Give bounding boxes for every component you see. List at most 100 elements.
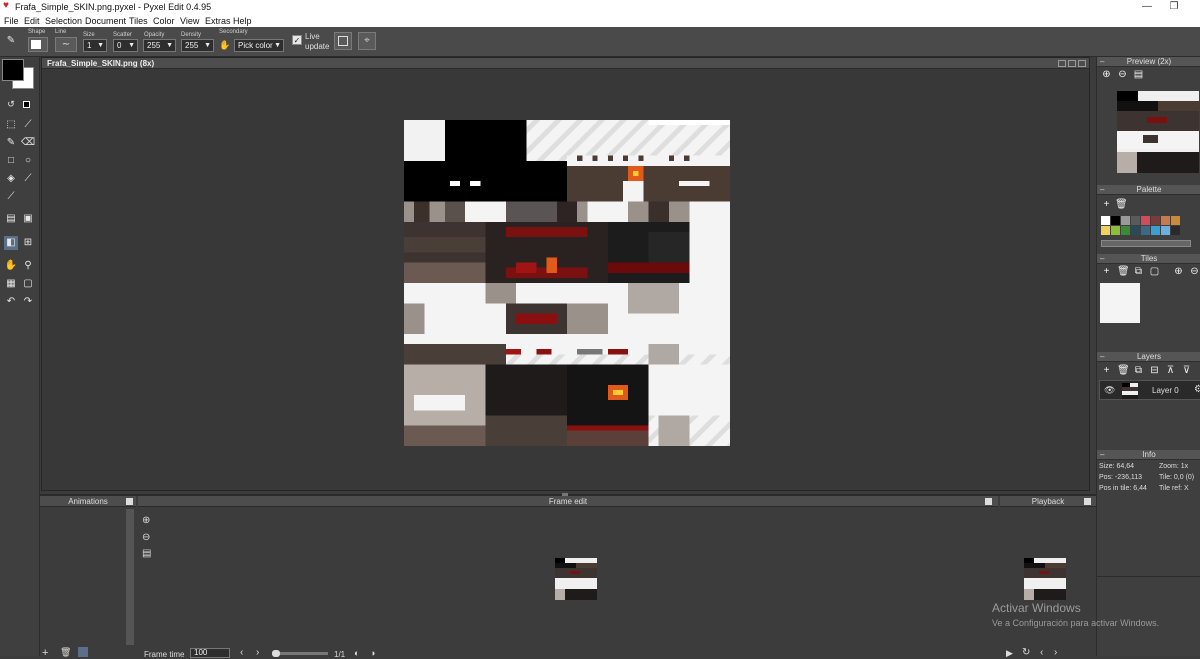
menu-extras[interactable]: Extras [205,16,231,26]
palette-swatch[interactable] [1101,216,1110,225]
tile-select-tool-icon[interactable]: ▤ [4,212,18,226]
tiles-zoom-in-icon[interactable]: ⊕ [1173,266,1184,277]
layer-settings-icon[interactable]: ⚙ [1194,384,1200,395]
delete-layer-icon[interactable]: 🗑 [1117,365,1130,376]
close-icon[interactable] [1078,60,1086,67]
loop-icon[interactable]: ↻ [1022,647,1030,658]
palette-swatch[interactable] [1151,216,1160,225]
zoom-out-icon[interactable]: ⊖ [1117,69,1128,80]
frame-edit-pin-icon[interactable] [985,498,992,505]
reset-colors-icon[interactable] [23,101,30,108]
delete-animation-icon[interactable]: 🗑 [60,647,71,658]
pixel-canvas[interactable] [404,120,730,446]
secondary-dropdown[interactable]: Pick color ▼ [234,39,284,52]
collapse-icon[interactable]: – [1100,185,1104,195]
minimize-icon[interactable] [1058,60,1066,67]
palette-swatch[interactable] [1161,216,1170,225]
menu-help[interactable]: Help [233,16,252,26]
menu-selection[interactable]: Selection [45,16,82,26]
merge-layer-icon[interactable]: ⊟ [1149,365,1160,376]
shape-dropdown[interactable] [28,37,48,52]
play-icon[interactable]: ▶ [1006,648,1013,659]
color-replace-tool-icon[interactable]: ⟋ [4,190,18,204]
frame-zoom-out-icon[interactable]: ⊖ [142,532,150,543]
tile-frame-icon[interactable]: ▢ [1149,266,1160,277]
opacity-dropdown[interactable]: 255 ▼ [143,39,176,52]
add-tile-icon[interactable]: + [1101,266,1112,277]
frame-time-input[interactable]: 100 [190,648,230,658]
frame-thumbnail[interactable] [555,558,597,600]
layer-row[interactable]: 👁 Layer 0 ⚙ [1099,380,1200,400]
palette-swatch[interactable] [1131,226,1140,235]
palette-swatch[interactable] [1111,226,1120,235]
scatter-dropdown[interactable]: 0 ▼ [113,39,138,52]
frame-toggle-icon[interactable]: ▢ [21,277,35,291]
redo-icon[interactable]: ↷ [21,295,35,309]
zoom-in-icon[interactable]: ⊕ [1101,69,1112,80]
delete-color-icon[interactable]: 🗑 [1115,199,1128,210]
fill-bucket-tool-icon[interactable]: ◈ [4,172,18,186]
palette-swatch[interactable] [1101,226,1110,235]
size-dropdown[interactable]: 1 ▼ [83,39,107,52]
ellipse-tool-icon[interactable]: ○ [21,154,35,168]
palette-swatch[interactable] [1171,216,1180,225]
rectangle-tool-icon[interactable]: □ [4,154,18,168]
add-layer-icon[interactable]: + [1101,365,1112,376]
line-curve-dropdown[interactable]: ∼ [55,37,77,52]
eye-icon[interactable]: 👁 [1104,385,1115,396]
swap-colors-icon[interactable]: ↺ [4,97,18,111]
collapse-icon[interactable]: – [1100,352,1104,362]
minimize-icon[interactable]: — [1140,1,1154,13]
playback-pin-icon[interactable] [1084,498,1091,505]
palette-swatch[interactable] [1171,226,1180,235]
tile-0-thumbnail[interactable] [1100,283,1140,323]
undo-icon[interactable]: ↶ [4,295,18,309]
palette-swatch[interactable] [1111,216,1120,225]
frame-view-icon[interactable]: ▤ [142,548,151,559]
animations-pin-icon[interactable] [126,498,133,505]
tiles-zoom-out-icon[interactable]: ⊖ [1189,266,1200,277]
eraser-tool-icon[interactable]: ⌫ [21,136,35,150]
menu-tiles[interactable]: Tiles [129,16,148,26]
onion-skin-icon[interactable]: ◐ [354,648,359,658]
pencil-icon[interactable]: ✎ [4,136,18,150]
mirror-button[interactable] [334,32,352,50]
menu-view[interactable]: View [180,16,199,26]
zoom-tool-icon[interactable]: ⚲ [21,259,35,273]
menu-file[interactable]: File [4,16,19,26]
playback-prev-icon[interactable]: ‹ [1040,647,1043,658]
duplicate-tile-icon[interactable]: ⧉ [1133,266,1144,277]
frame-slider-track[interactable] [272,650,328,657]
menu-color[interactable]: Color [153,16,175,26]
eyedropper-tool-icon[interactable]: ⟋ [21,172,35,186]
restore-icon[interactable] [1068,60,1076,67]
delete-tile-icon[interactable]: 🗑 [1117,266,1130,277]
tile-place-tool-icon[interactable]: ◧ [4,236,18,250]
palette-swatch[interactable] [1161,226,1170,235]
live-update-checkbox[interactable]: ✓ [292,35,302,45]
collapse-icon[interactable]: – [1100,254,1104,264]
tile-stamp-tool-icon[interactable]: ▣ [21,212,35,226]
palette-swatch[interactable] [1131,216,1140,225]
hand-tool-icon[interactable]: ✋ [4,259,18,273]
palette-scrollbar[interactable] [1101,240,1191,247]
palette-swatch[interactable] [1121,216,1130,225]
frame-zoom-in-icon[interactable]: ⊕ [142,515,150,526]
add-color-icon[interactable]: + [1101,199,1112,210]
palette-swatch[interactable] [1141,226,1150,235]
prev-frame-icon[interactable]: ‹ [240,647,243,658]
next-frame-icon[interactable]: › [256,647,259,658]
select-rect-tool-icon[interactable]: ⬚ [4,118,18,132]
collapse-icon[interactable]: – [1100,57,1104,67]
palette-swatch[interactable] [1141,216,1150,225]
menu-edit[interactable]: Edit [24,16,40,26]
layer-down-icon[interactable]: ⊽ [1181,365,1192,376]
restore-icon[interactable]: ❐ [1167,1,1181,13]
animations-scrollbar[interactable] [126,509,134,645]
menu-document[interactable]: Document [85,16,126,26]
palette-swatch[interactable] [1121,226,1130,235]
collapse-icon[interactable]: – [1100,450,1104,460]
onion-skin-next-icon[interactable]: ◑ [370,648,375,658]
palette-swatch[interactable] [1151,226,1160,235]
primary-color-swatch[interactable] [2,59,24,81]
